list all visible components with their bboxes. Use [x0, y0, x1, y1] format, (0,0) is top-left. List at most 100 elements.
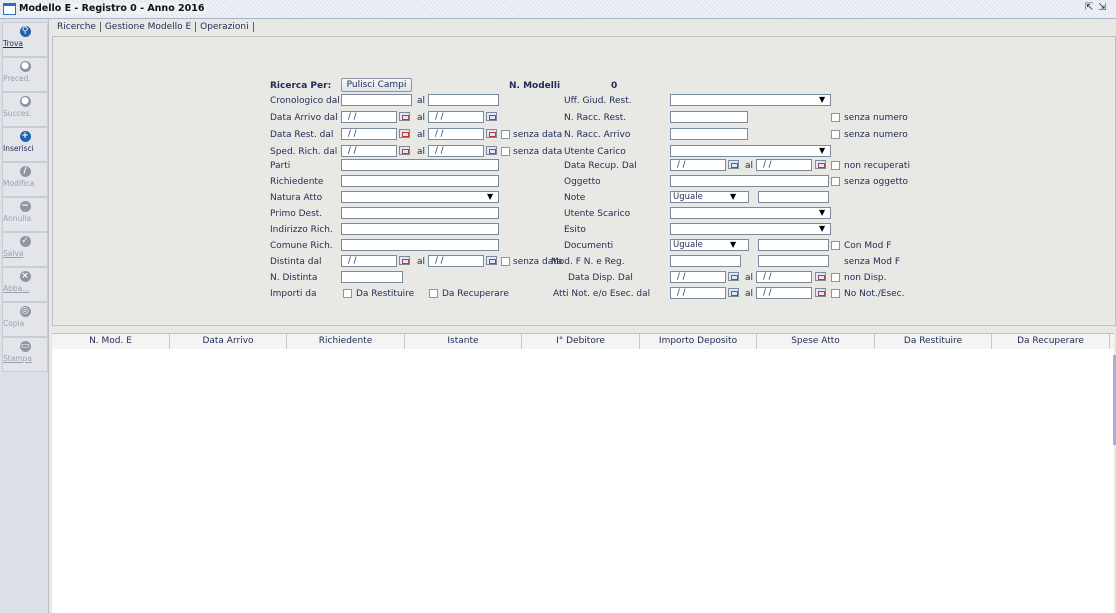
modifica-button[interactable]: / Modifica	[2, 162, 48, 197]
uff-giud-rest-select[interactable]	[670, 94, 831, 106]
succes-button[interactable]: ● Succes.	[2, 92, 48, 127]
column-header[interactable]: Data Arrivo	[170, 334, 287, 349]
senza-numero-rest-checkbox[interactable]	[831, 113, 840, 122]
data-disp-to-input[interactable]: / /	[756, 271, 812, 283]
da-recuperare-checkbox[interactable]	[429, 289, 438, 298]
calendar-icon[interactable]	[728, 272, 739, 281]
chevron-down-icon[interactable]: ▼	[819, 95, 825, 104]
senza-data-distinta-checkbox[interactable]	[501, 257, 510, 266]
data-recup-to-input[interactable]: / /	[756, 159, 812, 171]
preced-button[interactable]: ● Preced.	[2, 57, 48, 92]
pulisci-campi-button[interactable]: Pulisci Campi	[341, 78, 412, 92]
cronologico-to-input[interactable]	[428, 94, 499, 106]
column-header[interactable]: Da Recuperare	[992, 334, 1110, 349]
tab-ricerche[interactable]: Ricerche	[53, 22, 101, 32]
salva-button[interactable]: ✓ Salva	[2, 232, 48, 267]
senza-data-sped-checkbox[interactable]	[501, 147, 510, 156]
column-header[interactable]: Da Restituire	[875, 334, 992, 349]
restore-icon[interactable]: ⇱	[1085, 2, 1093, 13]
documenti-operator-select[interactable]: Uguale	[670, 239, 749, 251]
sped-rich-from-input[interactable]: / /	[341, 145, 397, 157]
distinta-from-input[interactable]: / /	[341, 255, 397, 267]
column-header[interactable]: Importo Deposito	[640, 334, 757, 349]
abbandona-button[interactable]: × Abba...	[2, 267, 48, 302]
note-input[interactable]	[758, 191, 829, 203]
column-header[interactable]: Spese Atto	[757, 334, 875, 349]
senza-oggetto-checkbox[interactable]	[831, 177, 840, 186]
cronologico-from-input[interactable]	[341, 94, 412, 106]
primo-dest-label: Primo Dest.	[270, 209, 323, 219]
column-header[interactable]: Istante	[405, 334, 522, 349]
column-header[interactable]: I° Debitore	[522, 334, 640, 349]
calendar-icon[interactable]	[486, 129, 497, 138]
calendar-icon[interactable]	[815, 160, 826, 169]
data-recup-from-input[interactable]: / /	[670, 159, 726, 171]
tab-operazioni[interactable]: Operazioni	[196, 22, 254, 32]
richiedente-input[interactable]	[341, 175, 499, 187]
results-table-body[interactable]	[52, 349, 1114, 613]
calendar-icon[interactable]	[815, 272, 826, 281]
n-racc-rest-input[interactable]	[670, 111, 748, 123]
calendar-icon[interactable]	[486, 256, 497, 265]
parti-input[interactable]	[341, 159, 499, 171]
calendar-icon[interactable]	[486, 112, 497, 121]
oggetto-input[interactable]	[670, 175, 829, 187]
mod-f-reg-input[interactable]	[758, 255, 829, 267]
con-mod-f-checkbox[interactable]	[831, 241, 840, 250]
calendar-icon[interactable]	[399, 112, 410, 121]
column-header[interactable]: N. Mod. E	[52, 334, 170, 349]
column-header[interactable]: Richiedente	[287, 334, 405, 349]
mod-f-n-input[interactable]	[670, 255, 741, 267]
stampa-button[interactable]: ▭ Stampa	[2, 337, 48, 372]
n-distinta-input[interactable]	[341, 271, 403, 283]
indirizzo-rich-input[interactable]	[341, 223, 499, 235]
chevron-down-icon[interactable]: ▼	[819, 224, 825, 233]
da-restituire-checkbox[interactable]	[343, 289, 352, 298]
calendar-icon[interactable]	[399, 146, 410, 155]
detach-icon[interactable]: ⇲	[1098, 2, 1106, 13]
inserisci-label: Inserisci	[3, 144, 34, 153]
data-disp-from-input[interactable]: / /	[670, 271, 726, 283]
senza-numero-arrivo-checkbox[interactable]	[831, 130, 840, 139]
data-rest-to-input[interactable]: / /	[428, 128, 484, 140]
n-modelli-label: N. Modelli	[509, 81, 561, 91]
inserisci-button[interactable]: + Inserisci	[2, 127, 48, 162]
distinta-to-input[interactable]: / /	[428, 255, 484, 267]
utente-carico-select[interactable]	[670, 145, 831, 157]
natura-atto-select[interactable]	[341, 191, 499, 203]
chevron-down-icon[interactable]: ▼	[730, 240, 736, 249]
non-recuperati-checkbox[interactable]	[831, 161, 840, 170]
senza-data-rest-checkbox[interactable]	[501, 130, 510, 139]
note-operator-select[interactable]: Uguale	[670, 191, 749, 203]
atti-not-label: Atti Not. e/o Esec. dal	[553, 289, 651, 299]
data-arrivo-to-input[interactable]: / /	[428, 111, 484, 123]
comune-rich-input[interactable]	[341, 239, 499, 251]
esito-select[interactable]	[670, 223, 831, 235]
chevron-down-icon[interactable]: ▼	[819, 208, 825, 217]
utente-scarico-select[interactable]	[670, 207, 831, 219]
chevron-down-icon[interactable]: ▼	[819, 146, 825, 155]
calendar-icon[interactable]	[399, 256, 410, 265]
calendar-icon[interactable]	[486, 146, 497, 155]
chevron-down-icon[interactable]: ▼	[487, 192, 493, 201]
data-rest-from-input[interactable]: / /	[341, 128, 397, 140]
copia-button[interactable]: ◎ Copia	[2, 302, 48, 337]
atti-not-to-input[interactable]: / /	[756, 287, 812, 299]
calendar-icon[interactable]	[815, 288, 826, 297]
primo-dest-input[interactable]	[341, 207, 499, 219]
documenti-input[interactable]	[758, 239, 829, 251]
non-disp-checkbox[interactable]	[831, 273, 840, 282]
calendar-icon[interactable]	[728, 288, 739, 297]
calendar-icon[interactable]	[728, 160, 739, 169]
atti-not-from-input[interactable]: / /	[670, 287, 726, 299]
tab-gestione-modello-e[interactable]: Gestione Modello E	[101, 22, 197, 32]
annulla-button[interactable]: − Annulla	[2, 197, 48, 232]
no-not-esec-checkbox[interactable]	[831, 289, 840, 298]
chevron-down-icon[interactable]: ▼	[730, 192, 736, 201]
sped-rich-to-input[interactable]: / /	[428, 145, 484, 157]
data-arrivo-from-input[interactable]: / /	[341, 111, 397, 123]
trova-button[interactable]: ⚲ Trova	[2, 22, 48, 57]
results-table-header: N. Mod. E Data Arrivo Richiedente Istant…	[52, 333, 1114, 350]
n-racc-arrivo-input[interactable]	[670, 128, 748, 140]
calendar-icon[interactable]	[399, 129, 410, 138]
